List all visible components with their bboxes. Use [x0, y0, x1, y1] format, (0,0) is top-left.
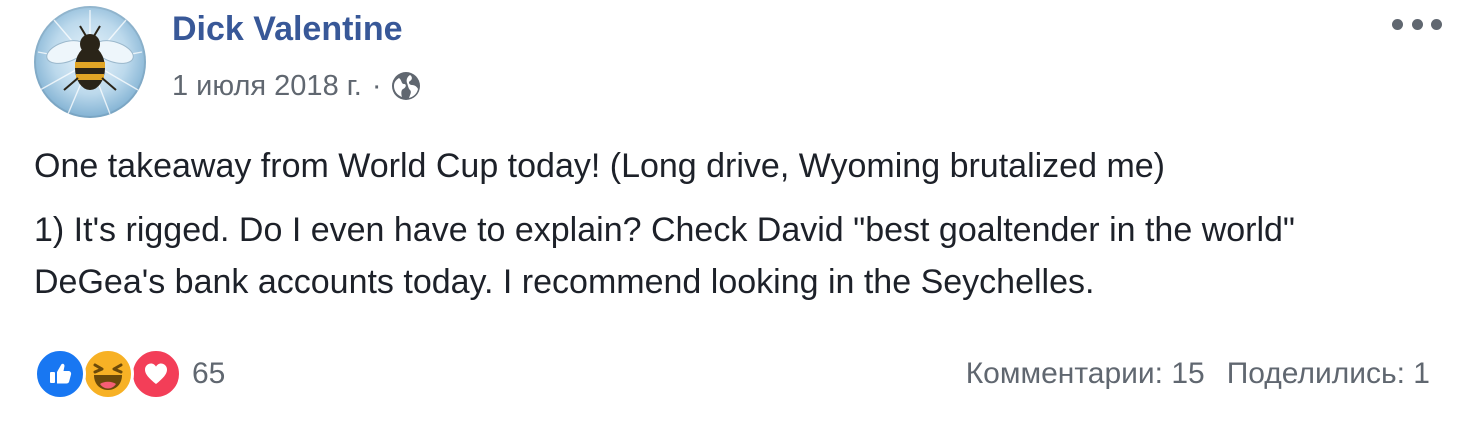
post-paragraph: 1) It's rigged. Do I even have to explai…	[34, 211, 1296, 301]
globe-icon[interactable]	[390, 70, 422, 102]
meta-separator: ·	[371, 69, 382, 102]
post-paragraph: One takeaway from World Cup today! (Long…	[34, 147, 1165, 185]
more-dot	[1392, 18, 1403, 30]
reactions-summary[interactable]: 65	[34, 346, 225, 402]
haha-icon	[82, 348, 134, 400]
love-icon	[130, 348, 182, 400]
reaction-count: 65	[192, 357, 226, 390]
bee-avatar-image	[37, 10, 143, 115]
post-meta: 1 июля 2018 г. ·	[172, 66, 422, 106]
author-avatar[interactable]	[34, 6, 146, 118]
like-icon	[34, 348, 86, 400]
more-dot	[1431, 18, 1442, 30]
post-body: One takeaway from World Cup today! (Long…	[34, 140, 1434, 320]
more-options-icon[interactable]	[1392, 12, 1442, 36]
facebook-post: Dick Valentine 1 июля 2018 г. · One take…	[0, 0, 1460, 425]
post-timestamp-link[interactable]: 1 июля 2018 г.	[172, 70, 362, 103]
engagement-stats: Комментарии: 15 Поделились: 1	[966, 350, 1430, 398]
comments-count-link[interactable]: Комментарии: 15	[966, 357, 1205, 391]
shares-count-link[interactable]: Поделились: 1	[1227, 357, 1430, 391]
author-name-link[interactable]: Dick Valentine	[172, 10, 403, 49]
more-dot	[1411, 18, 1423, 30]
